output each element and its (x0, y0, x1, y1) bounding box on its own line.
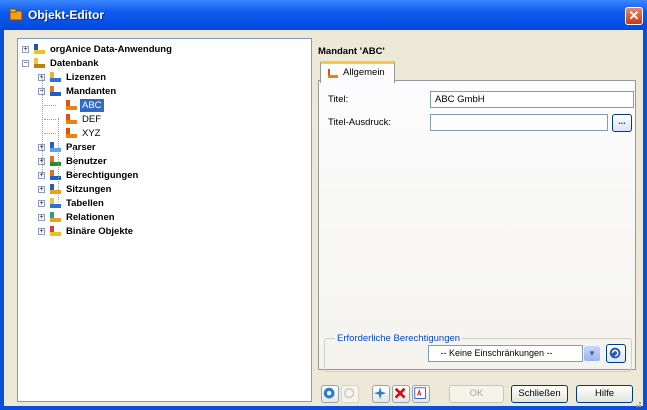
tree-item-label: Berechtigungen (66, 170, 139, 181)
database-icon (34, 58, 45, 68)
titel-ausdruck-input[interactable] (430, 114, 608, 131)
window-title: Objekt-Editor (28, 8, 105, 22)
titel-input[interactable]: ABC GmbH (430, 91, 634, 108)
tree-connector-vertical (58, 118, 59, 202)
help-button[interactable]: Hilfe (576, 385, 633, 403)
tree-item-binäre-objekte[interactable]: + Binäre Objekte (0, 225, 300, 238)
tree-connector (44, 133, 56, 134)
tree-item-label: XYZ (82, 128, 101, 139)
tab-allgemein[interactable]: Allgemein (320, 61, 395, 83)
tree-item-def[interactable]: DEF (0, 113, 300, 126)
browse-button[interactable]: ... (612, 114, 632, 132)
close-icon: ✕ (628, 8, 640, 23)
tree-item-label: ABC (80, 99, 104, 112)
expand-icon[interactable]: + (38, 214, 45, 221)
permissions-group-title: Erforderliche Berechtigungen (335, 333, 463, 344)
panel-title: Mandant 'ABC' (318, 46, 385, 57)
relations-icon (50, 212, 61, 222)
new-star-icon (373, 386, 387, 400)
tenant-icon (66, 100, 77, 110)
application-icon (34, 44, 45, 54)
chevron-down-icon[interactable]: ▼ (584, 346, 600, 361)
close-button[interactable]: ✕ (625, 7, 643, 25)
tree-item-benutzer[interactable]: + Benutzer (0, 155, 300, 168)
tree-item-berechtigungen[interactable]: + Berechtigungen (0, 169, 300, 182)
permissions-edit-button[interactable] (606, 344, 626, 363)
tree-item-label: Tabellen (66, 198, 104, 209)
tree-connector-vertical (74, 146, 75, 174)
tree-connector (44, 119, 56, 120)
tenant-icon (328, 69, 338, 78)
tenants-icon (50, 86, 61, 96)
titel-ausdruck-label: Titel-Ausdruck: (328, 117, 391, 128)
tree-item-label: Mandanten (66, 86, 117, 97)
tenant-icon (66, 128, 77, 138)
collapse-icon[interactable]: − (22, 60, 29, 67)
expand-icon[interactable]: + (38, 228, 45, 235)
new-button[interactable] (372, 385, 390, 403)
sessions-icon (50, 184, 61, 194)
undo-icon (344, 388, 355, 399)
tree-item-label: Binäre Objekte (66, 226, 134, 237)
expand-icon[interactable]: + (22, 46, 29, 53)
parser-icon (50, 142, 61, 152)
tree-item-label: Relationen (66, 212, 115, 223)
tenant-icon (66, 114, 77, 124)
tree-item-label: Lizenzen (66, 72, 107, 83)
tree-item-label: Sitzungen (66, 184, 112, 195)
tree-item-abc[interactable]: ABC (0, 99, 300, 112)
help-context-button[interactable] (321, 385, 339, 403)
help-circle-icon (323, 387, 335, 399)
tree-item-label: Datenbank (50, 58, 99, 69)
binary-objects-icon (50, 226, 61, 236)
tree-item-label: Parser (66, 142, 96, 153)
tree-item-datenbank[interactable]: − Datenbank (0, 57, 300, 70)
tree-item-parser[interactable]: + Parser (0, 141, 300, 154)
editor-icon (9, 8, 23, 21)
tree-item-relationen[interactable]: + Relationen (0, 211, 300, 224)
tree-item-label: DEF (82, 114, 101, 125)
rename-icon (414, 387, 426, 399)
tree-item-sitzungen[interactable]: + Sitzungen (0, 183, 300, 196)
refresh-icon (609, 347, 621, 359)
tables-icon (50, 198, 61, 208)
expand-icon[interactable]: + (38, 200, 45, 207)
undo-button[interactable] (341, 385, 359, 403)
tree-connector-vertical (42, 76, 43, 174)
permissions-select[interactable]: -- Keine Einschränkungen -- (428, 345, 583, 362)
title-bar[interactable]: Objekt-Editor ✕ (0, 0, 647, 30)
tab-label: Allgemein (343, 67, 385, 78)
expand-icon[interactable]: + (38, 186, 45, 193)
tree-item-lizenzen[interactable]: + Lizenzen (0, 71, 300, 84)
titel-label: Titel: (328, 94, 349, 105)
permissions-icon (50, 170, 61, 180)
delete-icon (394, 387, 406, 399)
tree-item-xyz[interactable]: XYZ (0, 127, 300, 140)
rename-button[interactable] (412, 385, 430, 403)
delete-button[interactable] (392, 385, 410, 403)
ok-button[interactable]: OK (449, 385, 504, 403)
users-icon (50, 156, 61, 166)
tree-connector (44, 105, 56, 106)
tree-item-tabellen[interactable]: + Tabellen (0, 197, 300, 210)
close-dialog-button[interactable]: Schließen (511, 385, 568, 403)
tree-item-label: Benutzer (66, 156, 107, 167)
license-icon (50, 72, 61, 82)
resize-grip-icon[interactable] (630, 398, 642, 408)
tree-item-organice-data-anwendung[interactable]: + orgAnice Data-Anwendung (0, 43, 300, 56)
tree-item-mandanten[interactable]: − Mandanten (0, 85, 300, 98)
tree-item-label: orgAnice Data-Anwendung (50, 44, 172, 55)
